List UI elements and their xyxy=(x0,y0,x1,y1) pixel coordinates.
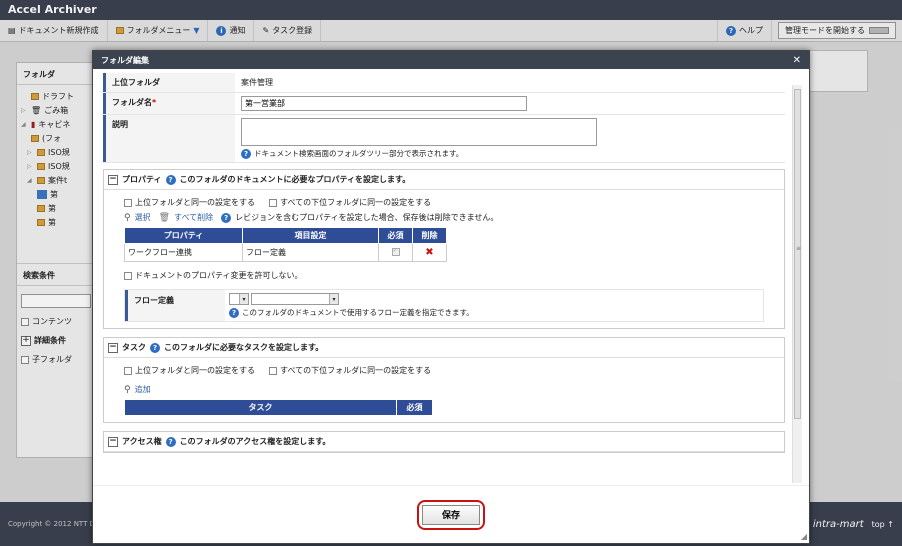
table-row: ワークフロー連携 フロー定義 ✖ xyxy=(124,243,447,262)
checkbox[interactable] xyxy=(124,271,132,280)
folder-edit-dialog: フォルダ編集 ✕ 上位フォルダ 案件管理 フォルダ名* 説明 ? ドキュメント検… xyxy=(92,50,810,544)
dialog-title-bar: フォルダ編集 ✕ xyxy=(93,51,809,69)
dialog-content: 上位フォルダ 案件管理 フォルダ名* 説明 ? ドキュメント検索画面のフォルダツ… xyxy=(103,73,785,485)
column-header: 削除 xyxy=(412,227,447,244)
task-section-desc: このフォルダに必要なタスクを設定します。 xyxy=(164,343,324,352)
close-icon[interactable]: ✕ xyxy=(793,55,801,66)
column-header: プロパティ xyxy=(124,227,243,244)
property-section-header[interactable]: − プロパティ ? このフォルダのドキュメントに必要なプロパティを設定します。 xyxy=(104,170,784,190)
column-header: 必須 xyxy=(396,399,433,416)
description-textarea[interactable] xyxy=(241,118,597,146)
checkbox[interactable] xyxy=(269,198,277,207)
column-header: 項目設定 xyxy=(242,227,379,244)
property-same-for-children[interactable]: すべての下位フォルダに同一の設定をする xyxy=(269,197,431,208)
delete-all-link[interactable]: すべて削除 xyxy=(174,212,213,223)
collapse-icon[interactable]: − xyxy=(108,174,118,185)
parent-folder-value: 案件管理 xyxy=(241,78,273,87)
help-icon: ? xyxy=(165,174,176,185)
help-icon: ? xyxy=(221,212,232,223)
property-note: レビジョンを含むプロパティを設定した場合、保存後は削除できません。 xyxy=(235,213,499,222)
access-section: − アクセス権 ? このフォルダのアクセス権を設定します。 xyxy=(103,431,785,453)
select-link[interactable]: 選択 xyxy=(135,212,151,223)
collapse-icon[interactable]: − xyxy=(108,436,118,447)
scrollbar-thumb[interactable]: ≡ xyxy=(794,89,801,419)
property-section-desc: このフォルダのドキュメントに必要なプロパティを設定します。 xyxy=(179,175,411,184)
property-section: − プロパティ ? このフォルダのドキュメントに必要なプロパティを設定します。 … xyxy=(103,169,785,329)
access-section-desc: このフォルダのアクセス権を設定します。 xyxy=(179,437,331,446)
parent-folder-label: 上位フォルダ xyxy=(103,73,235,92)
task-section-title: タスク xyxy=(122,343,146,352)
help-icon: ? xyxy=(150,342,160,353)
property-same-as-parent[interactable]: 上位フォルダと同一の設定をする xyxy=(124,197,255,208)
task-table: タスク 必須 xyxy=(124,399,433,416)
description-hint: ? ドキュメント検索画面のフォルダツリー部分で表示されます。 xyxy=(241,148,779,159)
flow-hint: ? このフォルダのドキュメントで使用するフロー定義を指定できます。 xyxy=(229,307,474,318)
dialog-title: フォルダ編集 xyxy=(101,55,149,65)
search-icon: ⚲ xyxy=(124,212,131,223)
property-cell: ワークフロー連携 xyxy=(124,243,243,262)
save-button[interactable]: 保存 xyxy=(422,504,480,525)
flow-definition-label: フロー定義 xyxy=(125,290,225,321)
description-label: 説明 xyxy=(103,115,235,162)
grip-icon: ≡ xyxy=(796,245,802,252)
task-section: − タスク ? このフォルダに必要なタスクを設定します。 上位フォルダと同一の設… xyxy=(103,337,785,423)
setting-cell: フロー定義 xyxy=(242,243,379,262)
flow-definition-select[interactable]: ▾ xyxy=(251,293,339,305)
folder-name-input[interactable] xyxy=(241,96,527,111)
collapse-icon[interactable]: − xyxy=(108,342,118,353)
required-mark: * xyxy=(152,98,157,107)
task-same-for-children[interactable]: すべての下位フォルダに同一の設定をする xyxy=(269,365,431,376)
dialog-scrollbar[interactable]: ≡ xyxy=(792,85,802,483)
delete-icon[interactable]: ✖ xyxy=(412,243,447,262)
checkbox[interactable] xyxy=(124,198,132,207)
required-checkbox xyxy=(391,246,400,256)
column-header: 必須 xyxy=(378,227,413,244)
checkbox[interactable] xyxy=(269,366,277,375)
access-section-header[interactable]: − アクセス権 ? このフォルダのアクセス権を設定します。 xyxy=(104,432,784,452)
description-row: 説明 ? ドキュメント検索画面のフォルダツリー部分で表示されます。 xyxy=(103,115,785,163)
flow-definition-row: フロー定義 ▾ ▾ ? このフォルダのドキュメントで使用するフロー定義を指定でき… xyxy=(124,289,764,322)
task-same-as-parent[interactable]: 上位フォルダと同一の設定をする xyxy=(124,365,255,376)
help-icon: ? xyxy=(241,148,251,159)
chevron-down-icon: ▾ xyxy=(239,294,248,304)
chevron-down-icon: ▾ xyxy=(329,294,338,304)
save-highlight: 保存 xyxy=(417,499,485,530)
folder-name-row: フォルダ名* xyxy=(103,93,785,115)
task-section-header[interactable]: − タスク ? このフォルダに必要なタスクを設定します。 xyxy=(104,338,784,358)
dialog-footer: 保存 xyxy=(93,485,809,543)
trash-icon: 🗑 xyxy=(158,212,171,223)
help-icon: ? xyxy=(229,307,239,318)
parent-folder-row: 上位フォルダ 案件管理 xyxy=(103,73,785,93)
property-section-title: プロパティ xyxy=(122,175,162,184)
flow-category-select[interactable]: ▾ xyxy=(229,293,249,305)
resize-handle-icon[interactable]: ◢ xyxy=(801,532,807,541)
column-header: タスク xyxy=(124,399,397,416)
disallow-change-checkbox-row[interactable]: ドキュメントのプロパティ変更を許可しない。 xyxy=(124,270,764,281)
property-table: プロパティ 項目設定 必須 削除 ワークフロー連携 フロー定義 ✖ xyxy=(124,227,447,262)
access-section-title: アクセス権 xyxy=(122,437,162,446)
checkbox[interactable] xyxy=(124,366,132,375)
search-icon: ⚲ xyxy=(124,384,131,395)
folder-name-label: フォルダ名* xyxy=(103,93,235,114)
help-icon: ? xyxy=(165,436,176,447)
add-task-link[interactable]: 追加 xyxy=(135,384,151,395)
